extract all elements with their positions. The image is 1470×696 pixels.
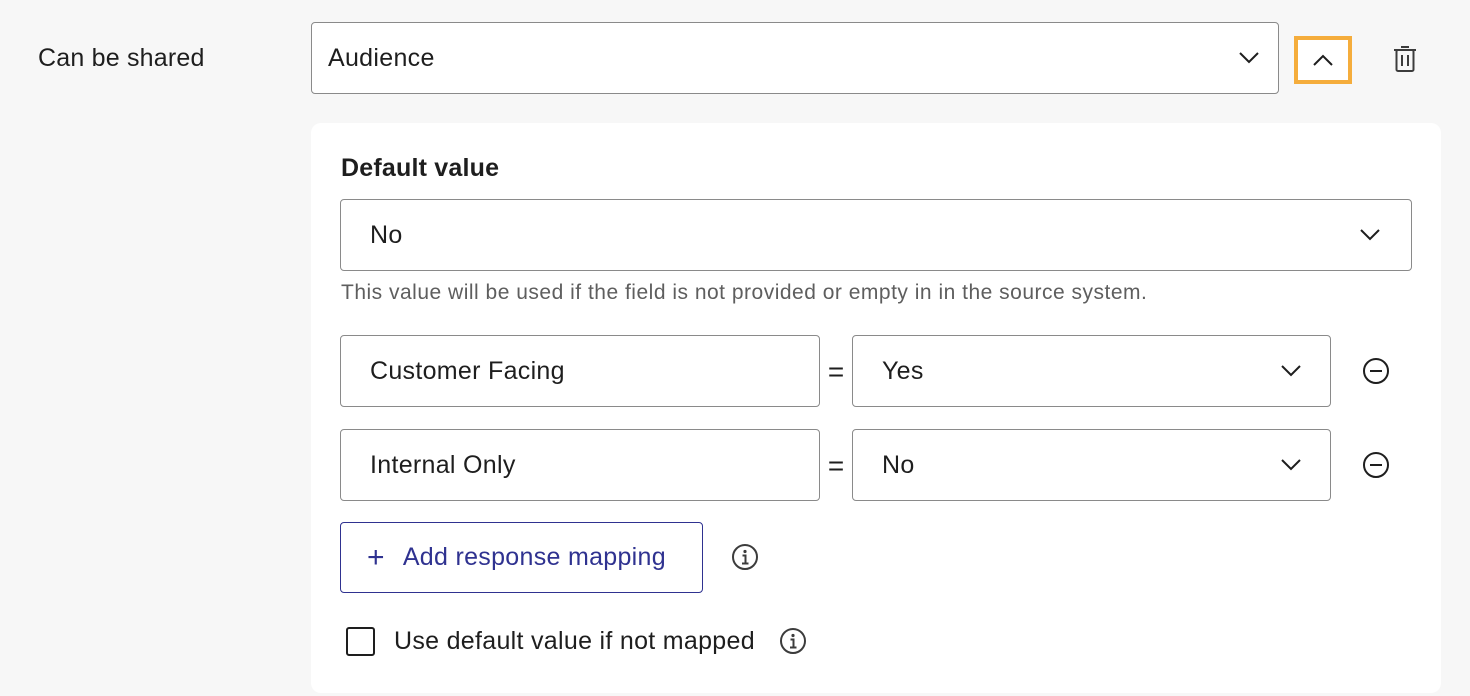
mapping-value: No — [882, 450, 915, 479]
mapping-value: Yes — [882, 356, 924, 385]
use-default-checkbox[interactable] — [346, 627, 375, 656]
chevron-up-icon — [1313, 54, 1333, 66]
mapping-source-input[interactable]: Internal Only — [340, 429, 820, 501]
info-icon[interactable] — [779, 627, 807, 655]
equals-sign: = — [827, 356, 845, 387]
trash-icon — [1394, 46, 1416, 72]
chevron-down-icon — [1281, 459, 1301, 471]
mapping-source-input[interactable]: Customer Facing — [340, 335, 820, 407]
mapping-value-select[interactable]: No — [852, 429, 1331, 501]
info-icon[interactable] — [731, 543, 759, 571]
use-default-checkbox-label: Use default value if not mapped — [394, 627, 755, 655]
delete-field-button[interactable] — [1388, 42, 1422, 76]
chevron-down-icon — [1360, 229, 1380, 241]
equals-sign: = — [827, 450, 845, 481]
default-value-heading: Default value — [341, 154, 500, 182]
add-response-mapping-button[interactable]: + Add response mapping — [340, 522, 703, 593]
default-value-select[interactable]: No — [340, 199, 1412, 271]
add-response-mapping-label: Add response mapping — [402, 543, 666, 571]
remove-mapping-button[interactable] — [1361, 356, 1391, 386]
default-value-current: No — [370, 220, 403, 249]
minus-circle-icon — [1363, 358, 1389, 384]
field-label: Can be shared — [38, 44, 205, 72]
collapse-button[interactable] — [1294, 36, 1352, 84]
chevron-down-icon — [1239, 52, 1259, 64]
plus-icon: + — [367, 540, 385, 574]
remove-mapping-button[interactable] — [1361, 450, 1391, 480]
minus-circle-icon — [1363, 452, 1389, 478]
mapping-value-select[interactable]: Yes — [852, 335, 1331, 407]
chevron-down-icon — [1281, 365, 1301, 377]
source-field-select[interactable]: Audience — [311, 22, 1279, 94]
source-field-value: Audience — [328, 43, 435, 72]
default-value-helper-text: This value will be used if the field is … — [341, 281, 1148, 304]
